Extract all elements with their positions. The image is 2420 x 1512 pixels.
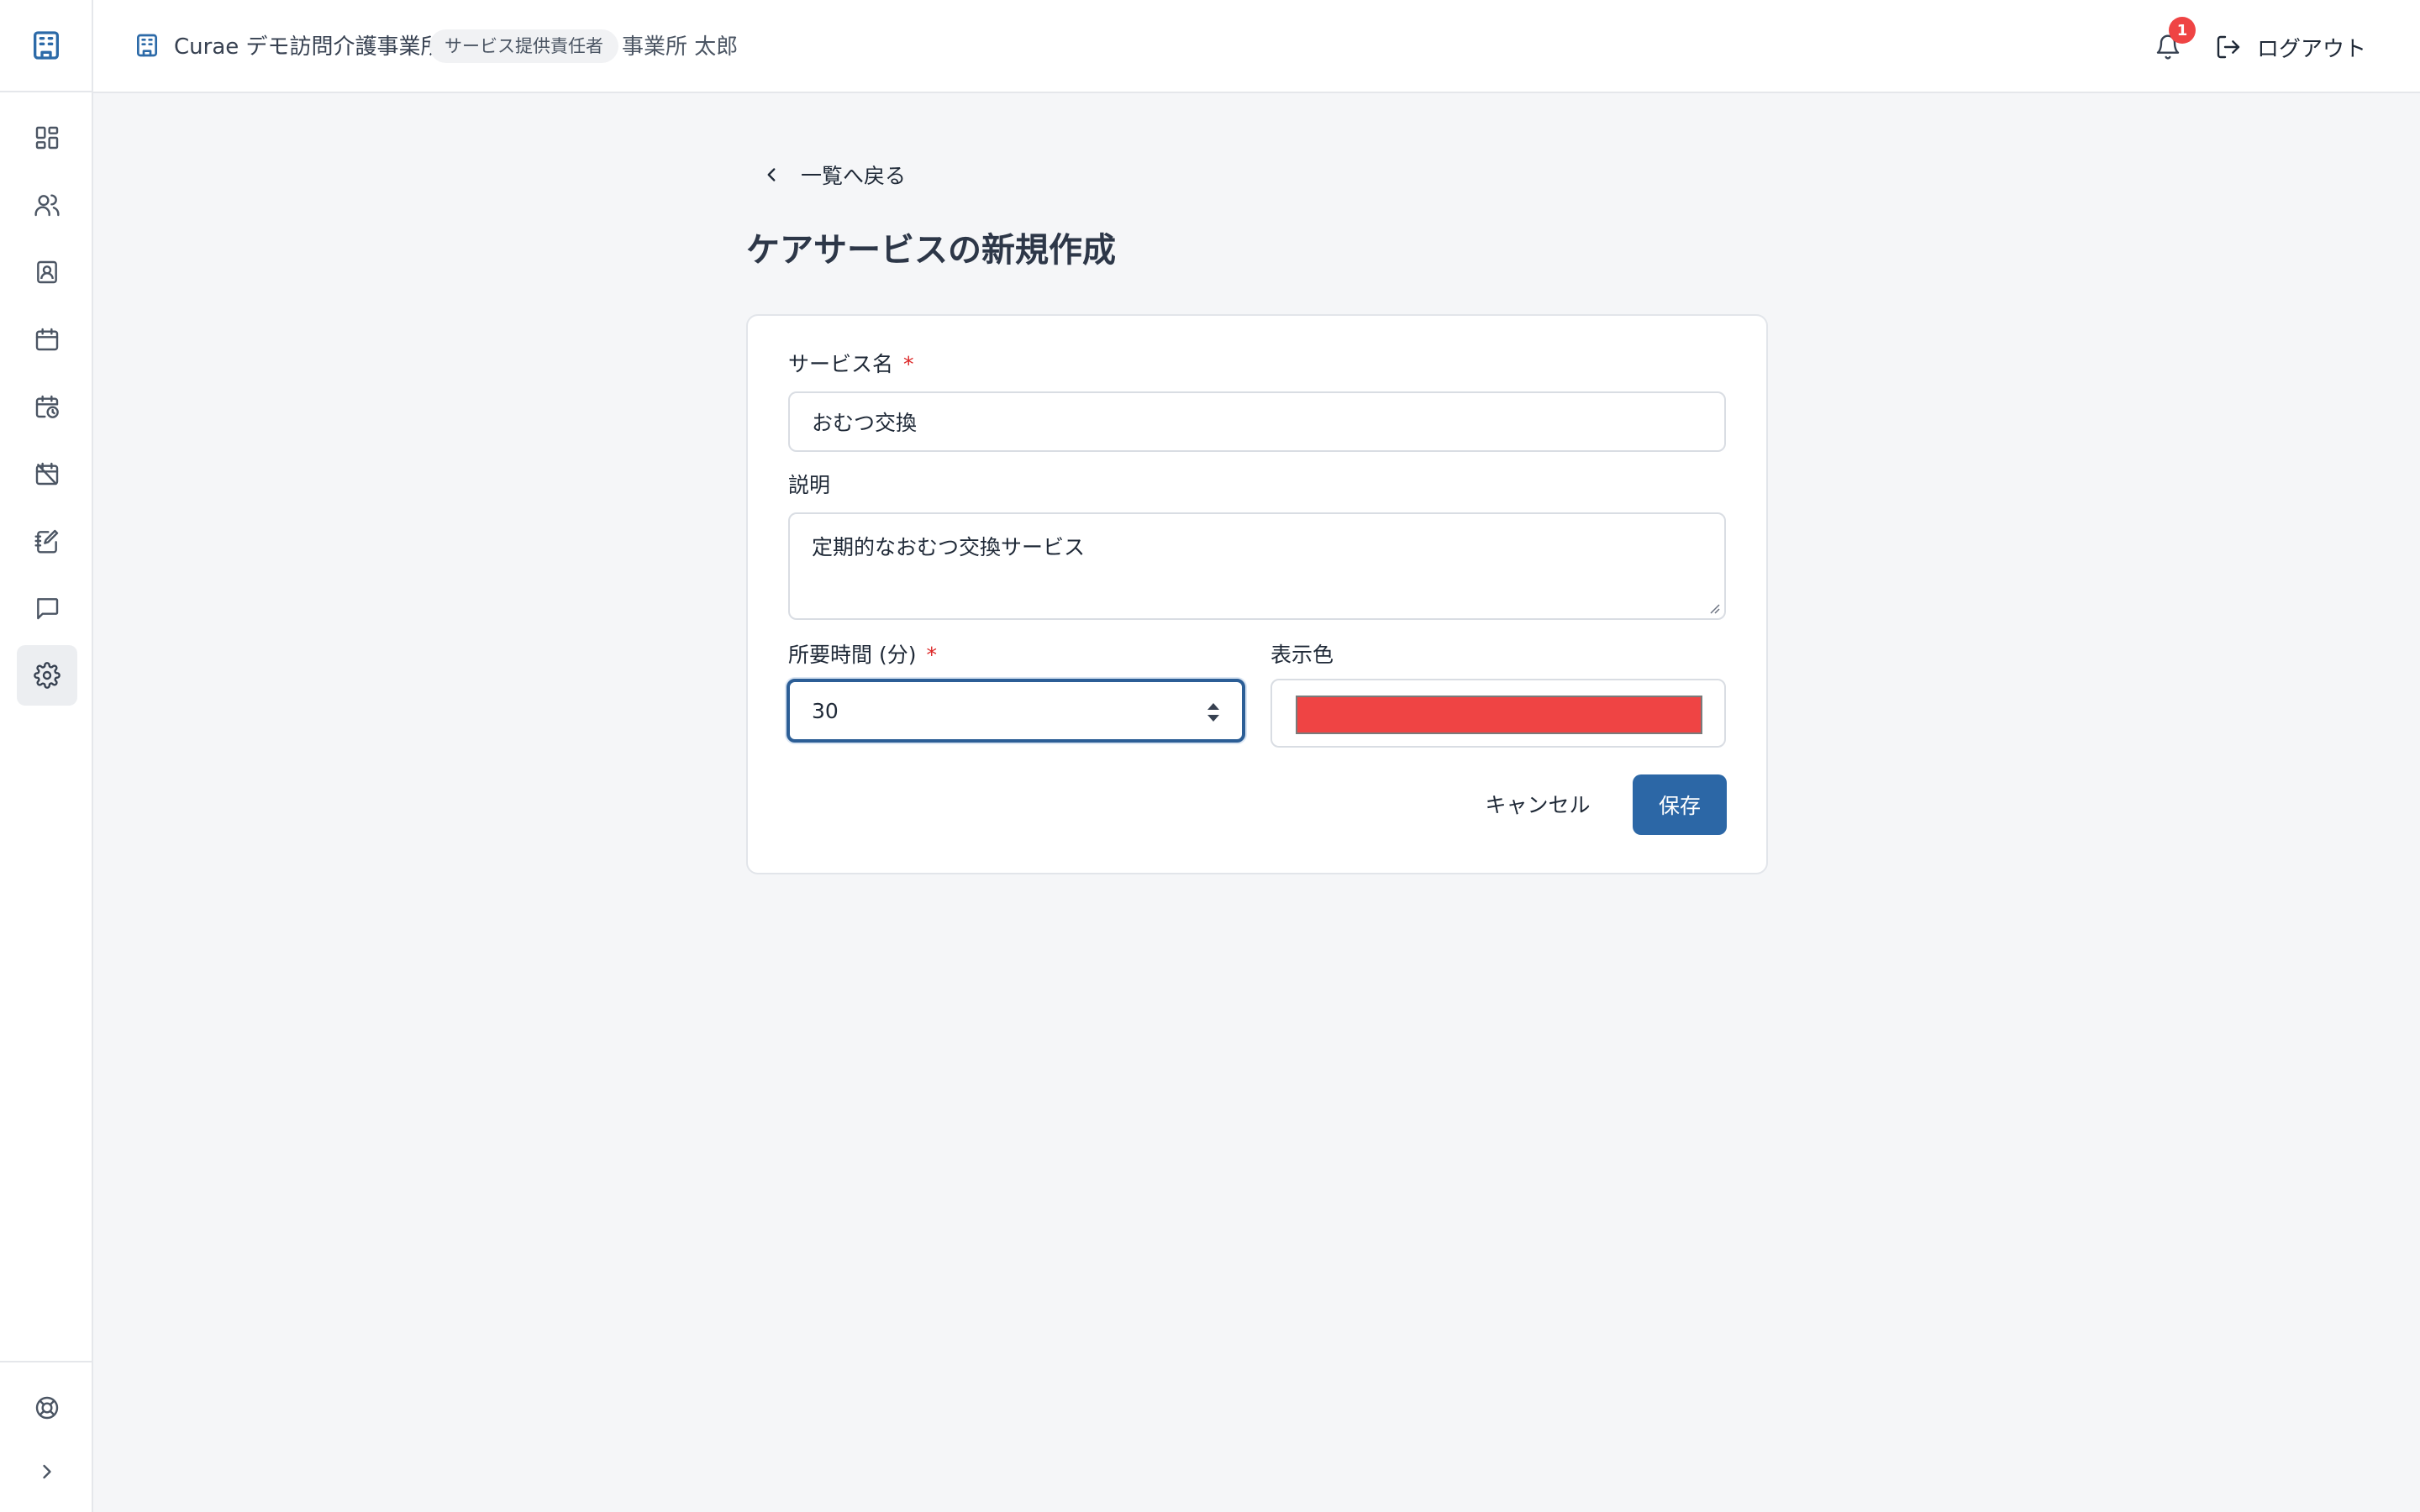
- sidebar-item-absence[interactable]: [17, 444, 77, 504]
- sidebar-item-records[interactable]: [17, 511, 77, 571]
- service-name-input[interactable]: おむつ交換: [788, 391, 1726, 452]
- duration-label: 所要時間 (分) *: [788, 643, 937, 667]
- sidebar-expand[interactable]: [17, 1441, 77, 1502]
- contact-card-icon: [37, 260, 57, 284]
- save-button[interactable]: 保存: [1633, 774, 1727, 835]
- sidebar-bottom-divider: [0, 1361, 92, 1362]
- description-label: 説明: [788, 473, 831, 497]
- page-title: ケアサービスの新規作成: [746, 231, 1116, 270]
- stepper-up-icon: [1207, 703, 1219, 710]
- color-label: 表示色: [1270, 643, 1334, 667]
- stepper-down-icon: [1207, 715, 1219, 722]
- logout-label: ログアウト: [2257, 36, 2367, 62]
- notebook-pen-icon: [34, 529, 59, 554]
- required-mark: *: [926, 643, 937, 667]
- sidebar-help[interactable]: [17, 1378, 77, 1438]
- app-root: Curae デモ訪問介護事業所 サービス提供責任者 事業所 太郎 1 ログアウト…: [0, 0, 2420, 1512]
- service-form-card: サービス名 * おむつ交換 説明 定期的なおむつ交換サービス 所要時間 (分) * …: [746, 314, 1768, 874]
- duration-value: 30: [812, 698, 839, 723]
- settings-icon: [34, 662, 60, 689]
- sidebar-item-users[interactable]: [17, 175, 77, 235]
- users-icon: [34, 194, 60, 217]
- resize-grip-icon[interactable]: [1707, 601, 1721, 615]
- building-logo-icon: [33, 31, 59, 60]
- duration-input[interactable]: 30: [786, 679, 1245, 743]
- sidebar-item-calendar[interactable]: [17, 309, 77, 370]
- org-name: Curae デモ訪問介護事業所: [174, 34, 443, 60]
- role-badge: サービス提供責任者: [429, 29, 618, 63]
- logout-button[interactable]: ログアウト: [2215, 27, 2366, 67]
- help-lifebuoy-icon: [35, 1396, 59, 1420]
- required-mark: *: [903, 352, 914, 376]
- back-link-label: 一覧へ戻る: [801, 164, 907, 188]
- description-value: 定期的なおむつ交換サービス: [812, 535, 1086, 559]
- color-swatch: [1296, 696, 1702, 734]
- expand-chevron-icon: [43, 1464, 51, 1479]
- calendar-clock-icon: [35, 395, 59, 418]
- description-textarea[interactable]: 定期的なおむつ交換サービス: [788, 512, 1726, 620]
- chevron-left-icon: [767, 168, 776, 181]
- sidebar: [0, 0, 93, 1512]
- number-stepper[interactable]: [1203, 697, 1223, 727]
- service-name-value: おむつ交換: [812, 411, 918, 435]
- color-picker-input[interactable]: [1270, 679, 1726, 748]
- sidebar-item-schedule[interactable]: [17, 376, 77, 437]
- dashboard-icon: [35, 126, 59, 150]
- sidebar-item-contacts[interactable]: [17, 242, 77, 302]
- back-to-list-link[interactable]: 一覧へ戻る: [760, 158, 906, 192]
- calendar-off-icon: [35, 462, 59, 486]
- sidebar-item-messages[interactable]: [17, 578, 77, 638]
- sidebar-item-dashboard[interactable]: [17, 108, 77, 168]
- message-icon: [37, 598, 59, 620]
- logout-icon: [2217, 35, 2240, 59]
- topbar: Curae デモ訪問介護事業所 サービス提供責任者 事業所 太郎 1 ログアウト: [93, 0, 2420, 93]
- calendar-icon: [35, 328, 59, 351]
- cancel-button[interactable]: キャンセル: [1474, 774, 1602, 833]
- building-icon: [134, 32, 160, 59]
- notification-count-badge: 1: [2169, 17, 2196, 44]
- user-name: 事業所 太郎: [622, 34, 739, 60]
- service-name-label: サービス名 *: [788, 352, 914, 376]
- sidebar-item-settings[interactable]: [17, 645, 77, 706]
- app-logo[interactable]: [0, 0, 92, 92]
